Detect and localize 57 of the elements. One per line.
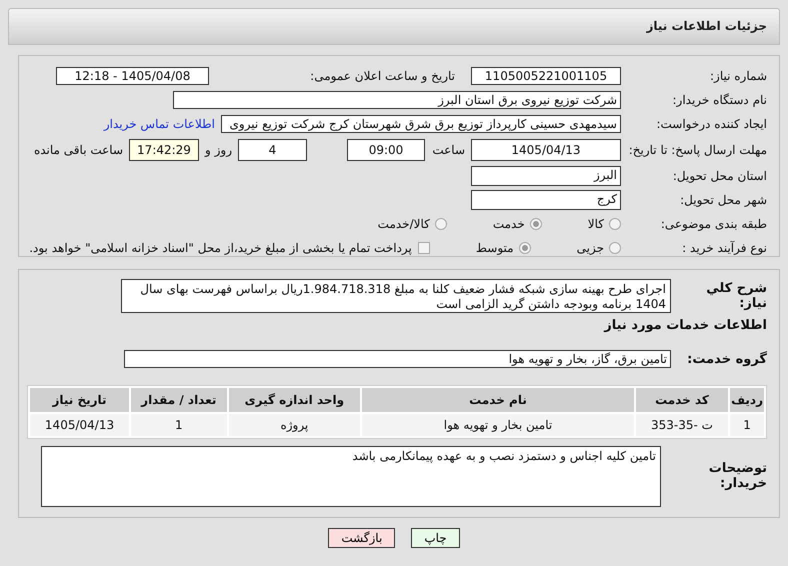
field-label: توضیحات خریدار: bbox=[708, 461, 767, 491]
treasury-note: پرداخت تمام یا بخشی از مبلغ خرید،از محل "اسناد خزانه اسلامی" خواهد بود. bbox=[29, 241, 412, 255]
radio-button[interactable] bbox=[530, 218, 542, 230]
table-cell: 1 bbox=[131, 414, 227, 436]
city-field: کرج bbox=[471, 190, 621, 210]
table-cell: 1 bbox=[730, 414, 764, 436]
field-label: مهلت ارسال پاسخ: تا تاریخ: bbox=[628, 144, 767, 156]
radio-label: کالا bbox=[588, 217, 604, 231]
radio-button[interactable] bbox=[518, 242, 531, 254]
radio-label: خدمت bbox=[492, 217, 525, 231]
days-field: 4 bbox=[238, 139, 307, 161]
back-button[interactable]: بازگشت bbox=[328, 528, 396, 548]
column-header: کد خدمت bbox=[636, 388, 728, 412]
deadline-date-field: 1405/04/13 bbox=[471, 139, 621, 161]
field-label: ساعت باقی مانده bbox=[34, 143, 123, 157]
need-number-field: 1105005221001105 bbox=[471, 67, 621, 85]
field-label: نوع فرآیند خرید : bbox=[681, 241, 767, 255]
table-cell: پروژه bbox=[228, 414, 360, 436]
radio-button[interactable] bbox=[434, 218, 447, 230]
requester-field: سیدمهدی حسینی کارپرداز توزیع برق شرق شهرستان کرج شرکت توزیع نیروی bbox=[221, 115, 621, 133]
announce-date-field: 1405/04/08 - 12:18 bbox=[56, 67, 209, 85]
field-label: تاریخ و ساعت اعلان عمومی: bbox=[309, 69, 455, 83]
field-label: شهر محل تحویل: bbox=[679, 193, 767, 207]
checkbox[interactable] bbox=[418, 242, 430, 254]
field-label: ساعت bbox=[431, 143, 465, 157]
field-label: شماره نیاز: bbox=[709, 69, 767, 83]
deadline-time-field: 09:00 bbox=[347, 139, 425, 161]
radio-label: جزیی bbox=[576, 241, 604, 255]
service-group-field: تامین برق، گاز، بخار و تهویه هوا bbox=[124, 350, 671, 368]
table-cell: ت -35-353 bbox=[636, 414, 728, 436]
page-title: جزئیات اطلاعات نیاز bbox=[646, 19, 767, 33]
description-field: اجرای طرح بهینه سازی شبکه فشار ضعیف کلنا به مبلغ 1.984.718.318ریال براساس فهرست بهای سال 1404 برنامه وبودجه داشتن گرید الزامی است bbox=[121, 279, 671, 313]
buyer-org-field: شرکت توزیع نیروی برق استان البرز bbox=[173, 91, 621, 109]
column-header: تاریخ نیاز bbox=[30, 388, 130, 412]
radio-button[interactable] bbox=[609, 242, 621, 254]
field-label: شرح کلي نیاز: bbox=[705, 281, 767, 311]
column-header: ردیف bbox=[730, 388, 764, 412]
radio-button[interactable] bbox=[609, 218, 621, 230]
remaining-time-field: 17:42:29 bbox=[129, 139, 199, 161]
field-label: روز و bbox=[205, 143, 232, 157]
field-label: طبقه بندی موضوعی: bbox=[660, 217, 767, 231]
column-header: نام خدمت bbox=[362, 388, 634, 412]
section-heading: اطلاعات خدمات مورد نیاز bbox=[604, 318, 767, 333]
field-label: استان محل تحویل: bbox=[672, 169, 767, 183]
radio-label: کالا/خدمت bbox=[378, 217, 430, 231]
print-button[interactable]: چاپ bbox=[411, 528, 460, 548]
field-label: ایجاد کننده درخواست: bbox=[655, 117, 767, 131]
radio-label: متوسط bbox=[476, 241, 514, 255]
buyer-contact-link[interactable]: اطلاعات تماس خریدار bbox=[104, 117, 215, 131]
column-header: واحد اندازه گیری bbox=[228, 388, 360, 412]
province-field: البرز bbox=[471, 166, 621, 186]
table-cell: تامین بخار و تهویه هوا bbox=[362, 414, 634, 436]
field-label: نام دستگاه خریدار: bbox=[672, 93, 767, 107]
field-label: گروه خدمت: bbox=[686, 352, 767, 366]
table-cell: 1405/04/13 bbox=[30, 414, 130, 436]
buyer-notes-field: تامین کلیه اجناس و دستمزد نصب و به عهده پیمانکارمی باشد bbox=[41, 446, 661, 506]
column-header: تعداد / مقدار bbox=[131, 388, 227, 412]
